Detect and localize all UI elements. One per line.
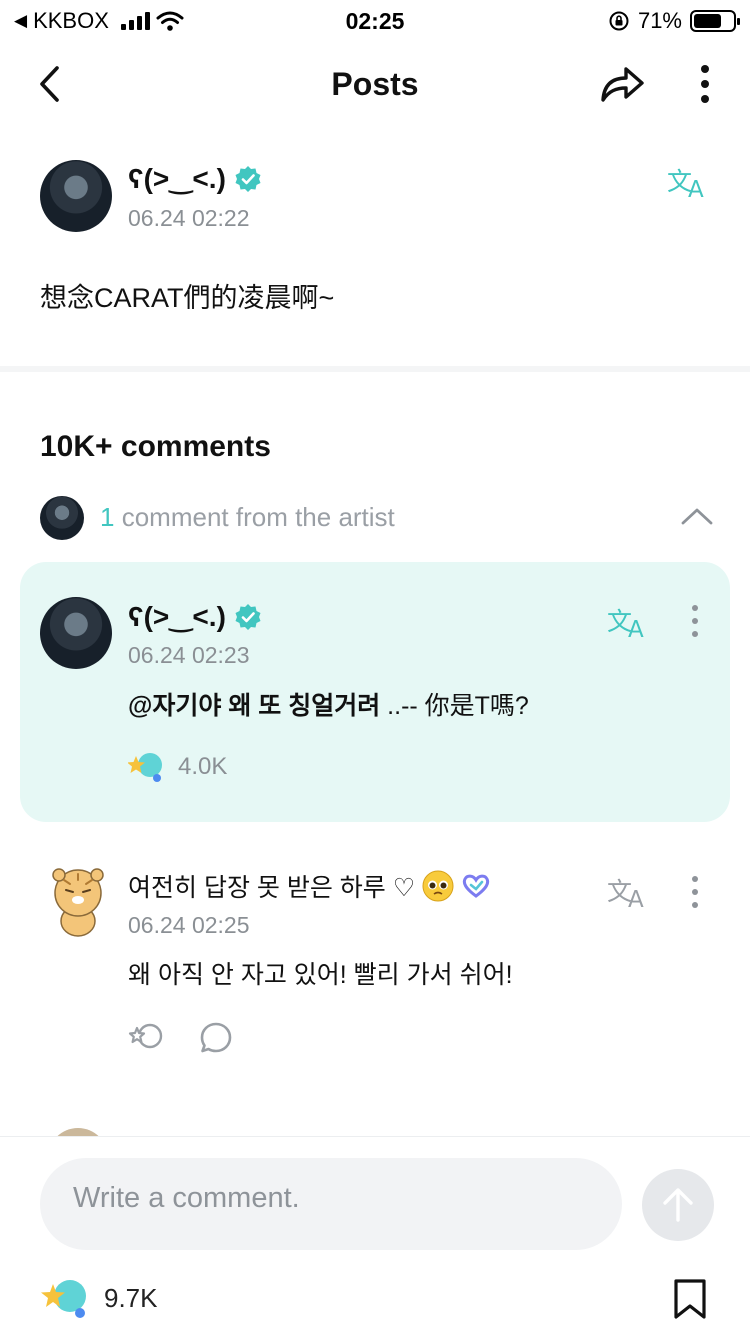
svg-text:A: A (628, 887, 644, 910)
translate-icon: 文 A (607, 877, 644, 910)
translate-fan-comment-button[interactable]: 文 A (604, 870, 654, 914)
verified-icon (235, 603, 261, 630)
rotation-lock-icon (609, 11, 629, 31)
post-like-count: 9.7K (104, 1282, 158, 1313)
artist-comment-date: 06.24 02:23 (128, 642, 250, 668)
author-avatar[interactable] (40, 160, 112, 232)
post-text: 想念CARAT們的凌晨啊~ (40, 283, 335, 313)
status-bar: ◀ KKBOX 02:25 71% (0, 0, 750, 40)
pleading-face-icon (422, 870, 454, 902)
collapse-button[interactable] (676, 498, 718, 534)
post-author-name: ʕ(>‿<.) (128, 163, 226, 194)
more-icon (701, 65, 709, 103)
artist-comment-text: @자기야 왜 또 칭얼거려 ..-- 你是T嗎? (128, 686, 529, 722)
battery-percent: 71% (637, 8, 682, 33)
fan-comment-text: 왜 아직 안 자고 있어! 빨리 가서 쉬어! (128, 961, 513, 989)
fan-comment-reply-button[interactable] (196, 1018, 236, 1058)
translate-artist-comment-button[interactable]: 文 A (604, 600, 654, 644)
artist-comment-more-button[interactable] (684, 605, 706, 641)
post-reactions[interactable]: 9.7K (40, 1276, 158, 1320)
svg-text:A: A (628, 617, 644, 640)
artist-comment-avatar-small (40, 496, 84, 540)
translate-icon: 文 A (607, 607, 644, 640)
post-author[interactable]: ʕ(>‿<.) (128, 162, 262, 195)
comment-input[interactable]: Write a comment. (40, 1158, 622, 1250)
more-dot (692, 902, 698, 908)
share-button[interactable] (596, 60, 648, 108)
more-options-button[interactable] (690, 60, 720, 108)
verified-icon (235, 165, 261, 192)
fan-comment-author-name: 여전히 답장 못 받은 하루 ♡ (128, 874, 416, 902)
fan-comment-date: 06.24 02:25 (128, 912, 250, 938)
artist-comment-count: 1 (100, 502, 115, 532)
more-dot (692, 889, 698, 895)
more-dot (692, 631, 698, 637)
mention-link[interactable]: @자기야 왜 또 칭얼거려 (128, 692, 380, 720)
lightstick-react-icon (41, 1280, 86, 1318)
top-nav: Posts (0, 48, 750, 122)
artist-comment-toggle[interactable]: 1 comment from the artist (100, 502, 395, 533)
artist-comment-author-name: ʕ(>‿<.) (128, 601, 226, 632)
bookmark-button[interactable] (668, 1276, 712, 1322)
battery-icon (690, 10, 740, 32)
artist-comment-label: comment from the artist (121, 502, 395, 532)
artist-comment-reactions[interactable]: 4.0K (128, 750, 227, 784)
fan-comment-author[interactable]: 여전히 답장 못 받은 하루 ♡ (128, 868, 491, 904)
translate-icon: 文 A (667, 167, 704, 200)
artist-comment-like-count: 4.0K (178, 753, 228, 780)
comments-count-title: 10K+ comments (40, 430, 271, 463)
artist-comment-body: ..-- 你是T嗎? (387, 692, 529, 720)
post-date: 06.24 02:22 (128, 205, 250, 231)
fan-avatar[interactable] (48, 866, 108, 938)
send-button[interactable] (642, 1169, 714, 1241)
more-dot (692, 618, 698, 624)
status-right: 71% (608, 8, 740, 34)
comment-bubble-icon (200, 1022, 232, 1053)
fan-comment-more-button[interactable] (684, 876, 706, 912)
translate-post-button[interactable]: 文 A (664, 160, 714, 204)
section-divider (0, 366, 750, 372)
more-dot (692, 876, 698, 882)
react-outline-icon (128, 1023, 163, 1049)
artist-comment-author[interactable]: ʕ(>‿<.) (128, 600, 262, 633)
lightstick-react-icon (128, 753, 162, 782)
fan-comment-react-button[interactable] (126, 1018, 168, 1058)
bookmark-icon (674, 1279, 706, 1319)
membership-heart-icon (462, 874, 490, 898)
svg-text:A: A (688, 177, 704, 200)
artist-comment-avatar[interactable] (40, 597, 112, 669)
more-dot (692, 605, 698, 611)
chevron-up-icon (681, 508, 713, 525)
arrow-up-icon (663, 1188, 693, 1222)
share-icon (601, 67, 644, 102)
